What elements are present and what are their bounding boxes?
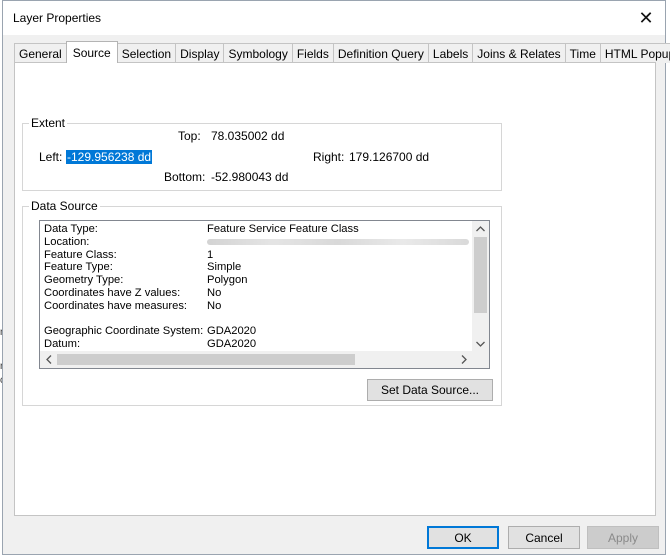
extent-bottom-label: Bottom: [164, 170, 206, 184]
tab-time[interactable]: Time [564, 43, 601, 63]
dialog-title: Layer Properties [13, 11, 102, 25]
property-value: GDA2020 [207, 338, 257, 351]
property-row: Coordinates have Z values: No [44, 287, 474, 300]
tab-definition-query[interactable]: Definition Query [332, 43, 429, 63]
tab-symbology[interactable]: Symbology [223, 43, 293, 63]
tab-fields[interactable]: Fields [291, 43, 334, 63]
tab-html-popup[interactable]: HTML Popup [599, 43, 670, 63]
data-source-properties: Data Type: Feature Service Feature Class… [44, 223, 474, 351]
chevron-up-icon[interactable] [472, 221, 489, 236]
property-value: No [207, 299, 222, 312]
chevron-right-icon[interactable] [455, 351, 472, 368]
property-key: Coordinates have measures: [44, 299, 188, 312]
property-key: Coordinates have Z values: [44, 286, 181, 299]
vertical-scrollbar[interactable] [472, 221, 489, 351]
vertical-scroll-thumb[interactable] [474, 237, 487, 313]
property-key: Feature Class: [44, 248, 117, 261]
tab-general[interactable]: General [14, 43, 67, 63]
close-icon[interactable]: ✕ [633, 5, 659, 31]
extent-top-value[interactable]: 78.035002 dd [211, 129, 284, 143]
ok-button[interactable]: OK [427, 526, 499, 549]
data-source-group-label: Data Source [29, 199, 100, 213]
property-value: Feature Service Feature Class [207, 223, 359, 235]
property-key: Geographic Coordinate System: [44, 325, 204, 338]
set-data-source-button[interactable]: Set Data Source... [367, 379, 493, 401]
tab-joins-relates[interactable]: Joins & Relates [472, 43, 566, 63]
data-source-listbox[interactable]: Data Type: Feature Service Feature Class… [39, 220, 490, 369]
property-row: Geographic Coordinate System: GDA2020 [44, 325, 474, 338]
property-row: Data Type: Feature Service Feature Class [44, 223, 474, 236]
horizontal-scroll-thumb[interactable] [57, 354, 355, 365]
property-key: Data Type: [44, 223, 98, 235]
property-row: Datum: GDA2020 [44, 338, 474, 351]
extent-top-label: Top: [178, 129, 201, 143]
tab-labels[interactable]: Labels [427, 43, 474, 63]
apply-button[interactable]: Apply [587, 526, 659, 549]
property-value: No [207, 286, 222, 299]
property-value-redacted [207, 236, 469, 249]
redacted-location [207, 238, 469, 245]
data-source-group: Data Source Data Type: Feature Service F… [22, 199, 502, 406]
property-row: Feature Class: 1 [44, 249, 474, 262]
property-row: Coordinates have measures: No [44, 300, 474, 313]
property-value: 1 [207, 248, 214, 261]
property-row: Location: [44, 236, 474, 249]
property-key: Feature Type: [44, 261, 113, 274]
chevron-left-icon[interactable] [40, 351, 57, 368]
layer-properties-dialog: Layer Properties ✕ General Source Select… [2, 0, 670, 555]
extent-group-label: Extent [29, 116, 68, 130]
scrollbar-corner [472, 351, 489, 368]
cancel-button[interactable]: Cancel [508, 526, 580, 549]
tab-display[interactable]: Display [175, 43, 225, 63]
tab-strip: General Source Selection Display Symbolo… [14, 41, 670, 63]
source-tab-page: Extent Top: 78.035002 dd Left: -129.9562… [14, 62, 656, 516]
property-value: Polygon [207, 274, 248, 287]
horizontal-scrollbar[interactable] [40, 351, 472, 368]
property-row-blank [44, 313, 474, 326]
property-key: Location: [44, 235, 90, 248]
tab-source[interactable]: Source [65, 41, 118, 63]
extent-right-value[interactable]: 179.126700 dd [349, 150, 429, 164]
property-value: GDA2020 [207, 325, 257, 338]
tab-selection[interactable]: Selection [116, 43, 177, 63]
property-key: Geometry Type: [44, 274, 124, 287]
extent-bottom-value[interactable]: -52.980043 dd [211, 170, 288, 184]
chevron-down-icon[interactable] [472, 336, 489, 351]
extent-left-label: Left: [39, 150, 63, 164]
property-row: Feature Type: Simple [44, 261, 474, 274]
property-value: Simple [207, 261, 242, 274]
extent-right-label: Right: [313, 150, 345, 164]
extent-left-value[interactable]: -129.956238 dd [66, 150, 153, 164]
property-key: Datum: [44, 338, 81, 351]
title-bar[interactable]: Layer Properties ✕ [3, 1, 665, 35]
property-row: Geometry Type: Polygon [44, 274, 474, 287]
extent-group: Extent Top: 78.035002 dd Left: -129.9562… [22, 116, 502, 191]
